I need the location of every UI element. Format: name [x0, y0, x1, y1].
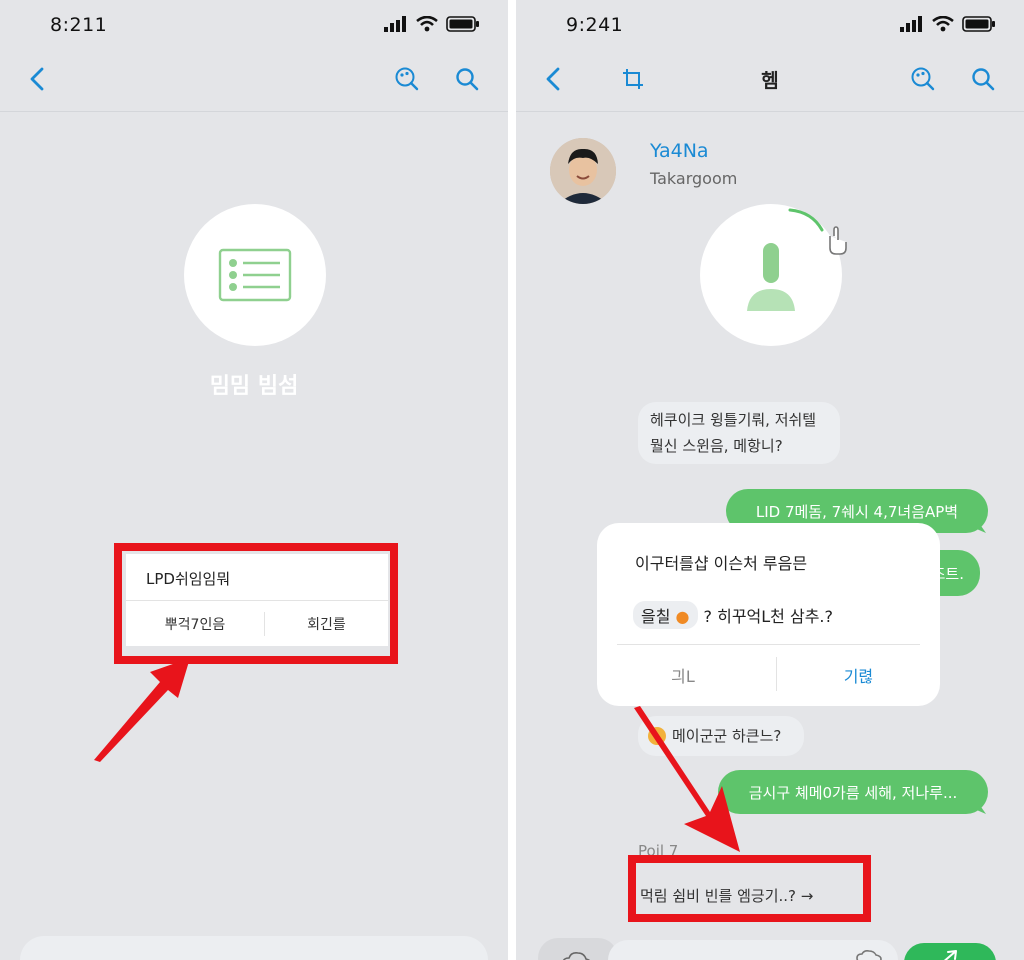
chevron-left-icon — [30, 67, 44, 91]
search-icon — [972, 68, 995, 91]
battery-icon — [446, 16, 479, 32]
incoming-message: 헤쿠이크 윙틀기뤄, 저쉬텔 뭘신 스윈음, 메항니? — [638, 402, 840, 464]
search-button[interactable] — [452, 64, 482, 94]
highlight-box — [628, 855, 871, 922]
palette-search-button[interactable] — [392, 64, 422, 94]
message-line: 뭘신 스윈음, 메항니? — [650, 437, 783, 455]
palette-search-icon — [395, 67, 419, 91]
pointer-arrow — [94, 658, 190, 762]
status-time: 8:211 — [50, 14, 108, 36]
status-time: 9:241 — [566, 14, 624, 36]
cloud-icon — [562, 952, 591, 960]
status-icons — [900, 16, 996, 32]
left-phone-screen: 8:211 밈밈 빔섬 LPD쉬임임뭐 뿌걱7인음 회긴를 — [0, 0, 508, 960]
contact-name: Ya4Na — [650, 140, 709, 162]
cancel-button[interactable]: 긔L — [597, 645, 769, 705]
list-icon — [218, 248, 292, 302]
palette-search-icon — [911, 67, 935, 91]
attach-area[interactable] — [538, 938, 618, 960]
contact-subtitle: Takargoom — [650, 169, 738, 188]
cloud-icon[interactable] — [856, 950, 882, 960]
fire-icon: ● — [675, 607, 690, 626]
search-icon — [456, 68, 479, 91]
loading-arc — [788, 208, 847, 255]
bubble-tail — [972, 794, 986, 814]
nav-title: 헴 — [761, 70, 779, 92]
wifi-icon — [416, 16, 438, 32]
status-bar: 8:211 — [0, 10, 508, 40]
dialog-line-text: ? 히꾸억L천 삼추.? — [703, 607, 833, 626]
signal-icon — [384, 16, 406, 32]
bottom-bar — [20, 936, 488, 960]
dialog-line: 을칠 ● ? 히꾸억L천 삼추.? — [633, 601, 833, 629]
signal-icon — [900, 16, 922, 32]
message-input[interactable] — [608, 940, 898, 960]
dialog-line: 이구터를샵 이슨처 루음믄 — [635, 554, 808, 573]
palette-search-button[interactable] — [908, 64, 938, 94]
pointer-arrow — [634, 706, 740, 852]
send-icon — [943, 950, 957, 960]
right-phone-screen: 9:241 헴 Ya4Na Takargoom 헤쿠이크 윙틀기뤄, 저쉬텔 뭘… — [516, 0, 1024, 960]
person-photo-icon — [550, 138, 616, 204]
status-bar: 9:241 — [516, 10, 1024, 40]
send-button[interactable] — [904, 943, 996, 960]
confirm-button[interactable]: 기렪 — [777, 645, 940, 705]
emoji-chip: 을칠 ● — [633, 601, 698, 629]
battery-icon — [962, 16, 995, 32]
bubble-tail — [972, 513, 986, 533]
back-button[interactable] — [22, 64, 52, 94]
nav-bar: 헴 — [516, 50, 1024, 112]
message-line: 헤쿠이크 윙틀기뤄, 저쉬텔 — [650, 411, 817, 429]
list-illustration — [184, 204, 326, 346]
nav-bar — [0, 50, 508, 112]
wifi-icon — [932, 16, 954, 32]
status-icons — [384, 16, 480, 32]
chip-label: 을칠 — [641, 607, 671, 626]
search-button[interactable] — [968, 64, 998, 94]
avatar[interactable] — [550, 138, 616, 204]
highlight-box — [114, 543, 398, 664]
confirm-dialog: 이구터를샵 이슨처 루음믄 을칠 ● ? 히꾸억L천 삼추.? 긔L 기렪 — [597, 523, 940, 706]
page-heading: 밈밈 빔섬 — [209, 374, 299, 399]
outgoing-message: 금시구 쳬메0가름 세해, 저나루... — [718, 770, 988, 814]
